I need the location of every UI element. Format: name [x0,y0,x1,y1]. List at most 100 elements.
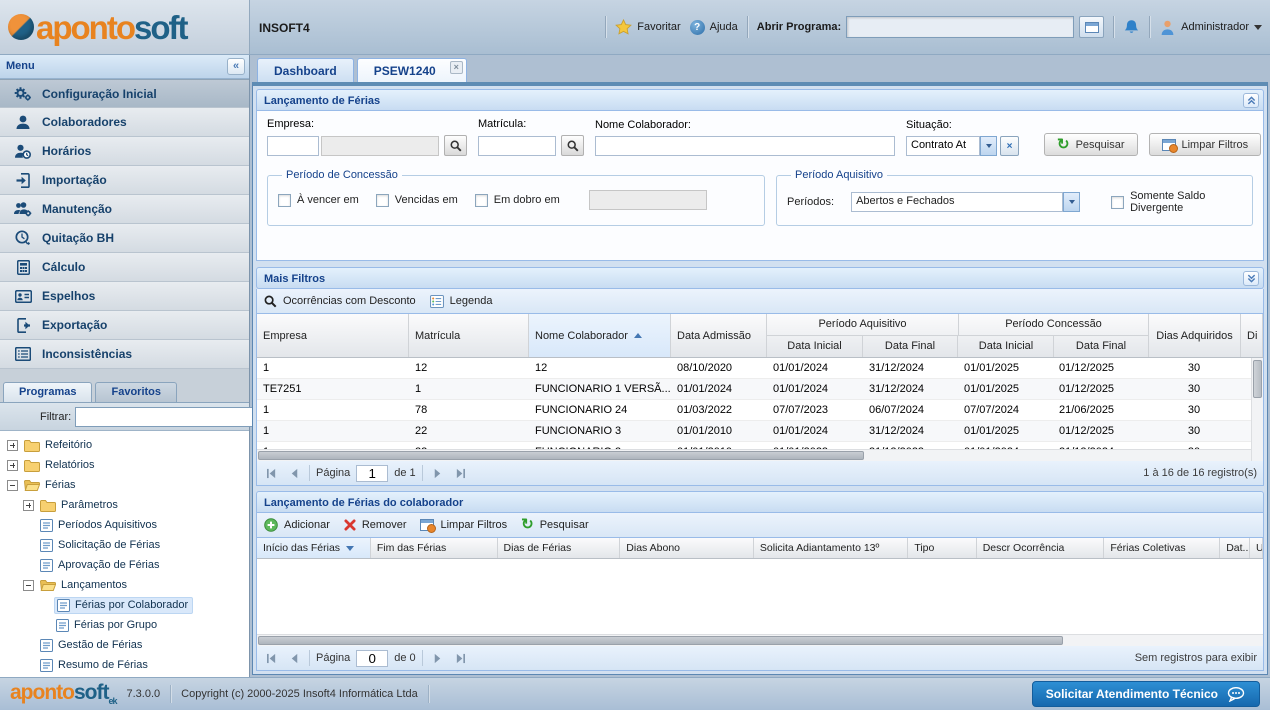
em-dobro-checkbox-row[interactable]: Em dobro em [475,194,560,207]
tree-item-gestao-de-ferias[interactable]: Gestão de Férias [0,635,249,655]
column-header-dias-adquiridos[interactable]: Dias Adquiridos [1149,314,1241,357]
checkbox[interactable] [1111,196,1124,209]
column-header-pa-data-final[interactable]: Data Final [863,336,958,357]
periodos-combo-trigger[interactable] [1063,192,1080,212]
support-button[interactable]: Solicitar Atendimento Técnico [1032,681,1260,707]
tree-item-periodos-aquisitivos[interactable]: Períodos Aquisitivos [0,515,249,535]
saldo-divergente-checkbox-row[interactable]: Somente Saldo Divergente [1111,190,1242,214]
user-menu[interactable]: Administrador [1159,19,1262,36]
column-header-fim-ferias[interactable]: Fim das Férias [371,538,498,558]
favorite-button[interactable]: Favoritar [615,19,680,35]
prev-page-button[interactable] [286,650,303,667]
checkbox[interactable] [475,194,488,207]
column-header-nome-colaborador[interactable]: Nome Colaborador [529,314,671,357]
vertical-scrollbar[interactable] [1251,358,1263,461]
expand-icon[interactable] [7,460,18,471]
sidebar-item-horarios[interactable]: Horários [0,137,249,166]
expand-icon[interactable] [23,500,34,511]
tree-item-ferias-por-colaborador[interactable]: Férias por Colaborador [0,595,249,615]
next-page-button[interactable] [429,465,446,482]
matricula-lookup-button[interactable] [561,135,584,156]
column-header-dias-ferias[interactable]: Dias de Férias [498,538,621,558]
tab-favoritos[interactable]: Favoritos [95,382,177,402]
column-header-dias-cut[interactable]: Di [1241,314,1263,357]
situacao-clear-button[interactable]: × [1000,136,1019,156]
column-header-matricula[interactable]: Matrícula [409,314,529,357]
situacao-combo[interactable]: Contrato At [906,136,980,156]
tree-item-ferias-por-grupo[interactable]: Férias por Grupo [0,615,249,635]
scrollbar-thumb[interactable] [258,451,864,460]
tree-item-aprovacao-de-ferias[interactable]: Aprovação de Férias [0,555,249,575]
limpar-filtros-button[interactable]: Limpar Filtros [1149,133,1262,156]
sidebar-item-calculo[interactable]: Cálculo [0,253,249,282]
column-header-pc-data-inicial[interactable]: Data Inicial [959,336,1054,357]
collapse-panel-button[interactable] [1243,93,1259,108]
pesquisar-button[interactable]: ↻ Pesquisar [1044,133,1138,156]
sidebar-item-importacao[interactable]: Importação [0,166,249,195]
periodos-combo[interactable]: Abertos e Fechados [851,192,1063,212]
open-program-input[interactable] [846,16,1074,38]
last-page-button[interactable] [452,465,469,482]
first-page-button[interactable] [263,465,280,482]
empresa-lookup-button[interactable] [444,135,467,156]
table-row[interactable]: 122FUNCIONARIO 301/01/201001/01/202431/1… [257,421,1263,442]
column-header-pa-data-inicial[interactable]: Data Inicial [767,336,863,357]
limpar-filtros-button[interactable]: Limpar Filtros [420,519,507,531]
tree-item-ferias[interactable]: Férias [0,475,249,495]
close-tab-icon[interactable]: × [450,61,463,74]
sidebar-item-exportacao[interactable]: Exportação [0,311,249,340]
next-page-button[interactable] [429,650,446,667]
column-header-solicita-adiantamento[interactable]: Solicita Adiantamento 13º [754,538,908,558]
help-button[interactable]: ? Ajuda [690,20,738,35]
page-number-input[interactable] [356,465,388,482]
tree-item-relatorios[interactable]: Relatórios [0,455,249,475]
sidebar-item-manutencao[interactable]: Manutenção [0,195,249,224]
tree-item-resumo-de-ferias[interactable]: Resumo de Férias [0,655,249,675]
tree-item-solicitacao-de-ferias[interactable]: Solicitação de Férias [0,535,249,555]
expand-icon[interactable] [7,440,18,451]
vencidas-checkbox-row[interactable]: Vencidas em [376,194,458,207]
pesquisar-button[interactable]: ↻ Pesquisar [521,519,589,531]
sidebar-item-inconsistencias[interactable]: Inconsistências [0,340,249,369]
situacao-combo-trigger[interactable] [980,136,997,156]
column-header-u-cut[interactable]: U [1250,538,1263,558]
sidebar-item-configuracao-inicial[interactable]: Configuração Inicial [0,79,249,108]
table-row[interactable]: TE72511FUNCIONARIO 1 VERSÃ...01/01/20240… [257,379,1263,400]
sidebar-item-colaboradores[interactable]: Colaboradores [0,108,249,137]
tab-dashboard[interactable]: Dashboard [257,58,354,82]
tab-psew1240[interactable]: PSEW1240× [357,58,467,82]
prev-page-button[interactable] [286,465,303,482]
checkbox[interactable] [278,194,291,207]
column-header-data-admissao[interactable]: Data Admissão [671,314,767,357]
tree-filter-input[interactable] [75,407,260,427]
page-number-input[interactable] [356,650,388,667]
checkbox[interactable] [376,194,389,207]
remover-button[interactable]: Remover [344,519,407,531]
adicionar-button[interactable]: Adicionar [264,518,330,532]
ocorrencias-com-desconto-button[interactable]: Ocorrências com Desconto [264,295,416,308]
column-header-dias-abono[interactable]: Dias Abono [620,538,754,558]
table-row[interactable]: 1121208/10/202001/01/202431/12/202401/01… [257,358,1263,379]
empresa-code-input[interactable] [267,136,319,156]
notifications-button[interactable] [1123,19,1140,36]
column-header-empresa[interactable]: Empresa [257,314,409,357]
a-vencer-checkbox-row[interactable]: À vencer em [278,194,359,207]
column-header-dat[interactable]: Dat... [1220,538,1250,558]
first-page-button[interactable] [263,650,280,667]
scrollbar-thumb[interactable] [258,636,1063,645]
tree-item-refeitorio[interactable]: Refeitório [0,435,249,455]
column-header-tipo[interactable]: Tipo [908,538,976,558]
sidebar-item-espelhos[interactable]: Espelhos [0,282,249,311]
horizontal-scrollbar[interactable] [257,634,1263,646]
nome-colaborador-input[interactable] [595,136,895,156]
column-header-ferias-coletivas[interactable]: Férias Coletivas [1104,538,1220,558]
sidebar-collapse-button[interactable]: « [227,58,245,75]
last-page-button[interactable] [452,650,469,667]
scrollbar-thumb[interactable] [1253,360,1262,398]
legenda-button[interactable]: Legenda [430,295,493,308]
horizontal-scrollbar[interactable] [257,449,1251,461]
tree-item-parametros[interactable]: Parâmetros [0,495,249,515]
mais-filtros-header[interactable]: Mais Filtros [256,267,1264,289]
matricula-input[interactable] [478,136,556,156]
tab-programas[interactable]: Programas [3,382,92,402]
